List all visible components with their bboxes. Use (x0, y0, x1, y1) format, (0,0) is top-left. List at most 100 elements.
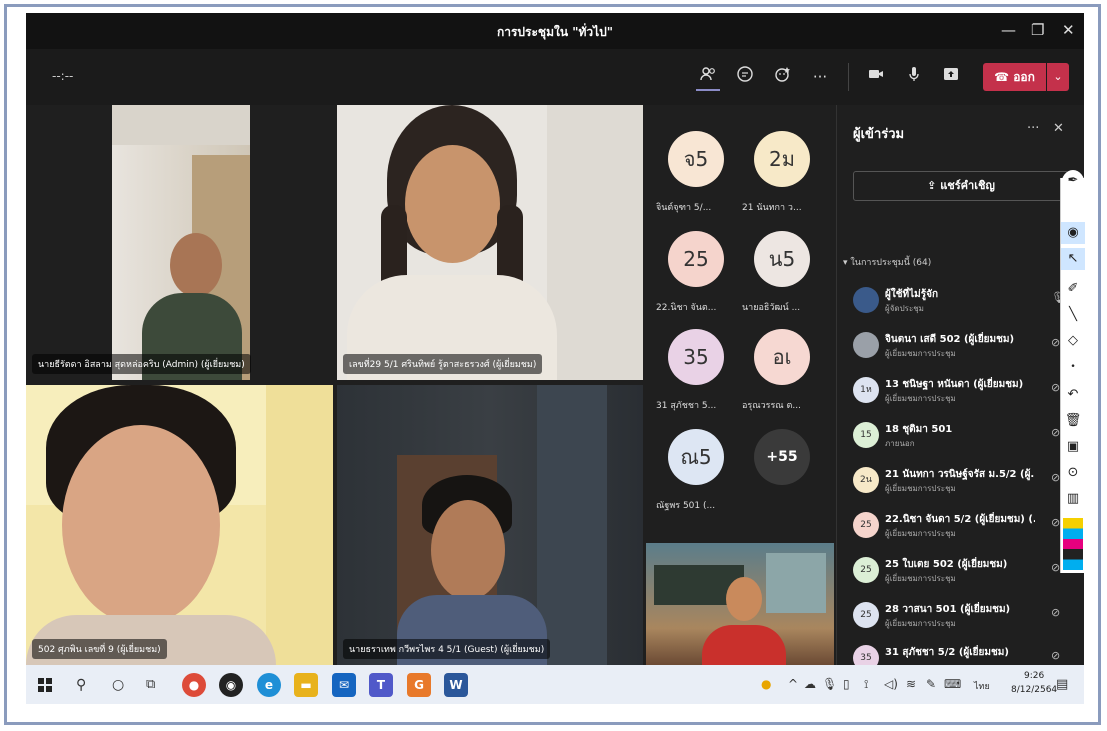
whiteboard-icon[interactable]: ▣ (1061, 436, 1085, 458)
participant-row[interactable]: 2น 21 นันทกา วรนิษฐ์จรัส ม.5/2 (ผู้... ผ… (853, 465, 1063, 505)
self-view-tile[interactable] (646, 543, 834, 665)
volume-icon[interactable]: ◁) (884, 677, 898, 691)
office-app-icon[interactable]: G (407, 673, 431, 697)
participant-name: 21 นันทกา วรนิษฐ์จรัส ม.5/2 (ผู้... (885, 469, 1035, 480)
trash-icon[interactable]: 🗑 (1061, 410, 1085, 432)
microphone-icon[interactable]: 🎙 (822, 677, 837, 691)
in-meeting-section-header[interactable]: ▾ ในการประชุมนี้ (64) (843, 255, 931, 269)
avatar (853, 287, 879, 313)
title-bar: การประชุมใน "ทั่วไป" — ❐ ✕ (26, 13, 1084, 49)
participant-row[interactable]: 35 31 สุภัชชา 5/2 (ผู้เยี่ยมชม) ⊘ (853, 643, 1063, 665)
windows-start-icon[interactable] (38, 677, 52, 692)
avatar: 25 (668, 231, 724, 287)
participant-avatar-tile[interactable]: อเ อรุณวรรณ ต... (742, 329, 822, 421)
word-icon[interactable]: W (444, 673, 468, 697)
eraser-icon[interactable]: ◇ (1061, 330, 1085, 352)
network-icon[interactable]: ⟟ (864, 677, 868, 692)
chat-icon[interactable] (733, 65, 757, 89)
mic-muted-icon: ⊘ (1051, 381, 1061, 394)
pen-icon[interactable]: ✎ (926, 677, 936, 691)
highlighter-icon[interactable]: ✐ (1061, 278, 1085, 300)
annotation-toolbar: ✒ ◉ ↖ ✐ ╲ ◇ • ↶ 🗑 ▣ ⊙ ▥ (1060, 170, 1085, 573)
participant-row[interactable]: จินตนา เสดี 502 (ผู้เยี่ยมชม) ผู้เยี่ยมช… (853, 330, 1063, 370)
cursor-icon[interactable]: ↖ (1061, 248, 1085, 270)
leave-dropdown-button[interactable]: ⌄ (1047, 63, 1069, 91)
leave-label: ออก (1013, 70, 1035, 84)
leave-button[interactable]: ☎ ออก (983, 63, 1046, 91)
participant-avatar-tile[interactable]: น5 นายอธิวัฒน์ ... (742, 231, 822, 323)
participant-row[interactable]: 25 25 ใบเตย 502 (ผู้เยี่ยมชม) ผู้เยี่ยมช… (853, 555, 1063, 595)
panel-more-button[interactable]: ··· (1027, 121, 1039, 136)
participant-name: จินตนา เสดี 502 (ผู้เยี่ยมชม) (885, 334, 1015, 345)
avatar: 35 (668, 329, 724, 385)
panel-title: ผู้เข้าร่วม (853, 127, 905, 142)
chrome-icon[interactable]: ● (182, 673, 206, 697)
avatar (853, 332, 879, 358)
participant-row[interactable]: 25 28 วาสนา 501 (ผู้เยี่ยมชม) ผู้เยี่ยมช… (853, 600, 1063, 640)
more-participants-tile[interactable]: +55 (742, 429, 822, 521)
battery-icon[interactable]: ▯ (843, 677, 850, 691)
weather-icon[interactable]: ● (761, 677, 771, 691)
participant-row[interactable]: 25 22.นิชา จันดา 5/2 (ผู้เยี่ยมชม) (... … (853, 510, 1063, 550)
file-explorer-icon[interactable]: ▬ (294, 673, 318, 697)
meeting-toolbar: --:-- ··· ☎ ออก ⌄ (26, 49, 1084, 105)
avatar: 25 (853, 512, 879, 538)
share-invite-label: แชร์คำเชิญ (940, 179, 995, 192)
cortana-icon[interactable]: ○ (112, 677, 124, 693)
share-invite-button[interactable]: ⇪ แชร์คำเชิญ (853, 171, 1069, 201)
video-tile[interactable]: นายธราเทพ กวีพรไพร 4 5/1 (Guest) (ผู้เยี… (337, 385, 643, 665)
camera-capture-icon[interactable]: ⊙ (1061, 462, 1085, 484)
participant-avatar-tile[interactable]: 35 31 สุภัชชา 5... (656, 329, 736, 421)
keyboard-icon[interactable]: ⌨ (944, 677, 961, 691)
participant-row[interactable]: 15 18 ชุติมา 501 ภายนอก ⊘ (853, 420, 1063, 460)
participant-avatar-tile[interactable]: ณ5 ณัฐพร 501 (... (656, 429, 736, 521)
wifi-icon[interactable]: ≋ (906, 677, 916, 691)
participant-avatar-tile[interactable]: 2ม 21 นันทกา ว... (742, 131, 822, 223)
participant-name: ผู้ใช้ที่ไม่รู้จัก (885, 289, 939, 300)
system-clock[interactable]: 9:26 8/12/2564 (1011, 669, 1057, 697)
line-tool-icon[interactable]: ╲ (1061, 304, 1085, 326)
undo-icon[interactable]: ↶ (1061, 384, 1085, 406)
maps-app-icon[interactable]: ◉ (219, 673, 243, 697)
share-screen-icon[interactable] (939, 65, 963, 89)
close-button[interactable]: ✕ (1062, 21, 1075, 39)
clipboard-icon[interactable]: ▥ (1061, 488, 1085, 510)
video-tile[interactable]: นายธีรัตดา อิสลาม สุดหล่อคริบ (Admin) (ผ… (26, 105, 333, 380)
cloud-icon[interactable]: ☁ (804, 677, 816, 691)
task-view-icon[interactable]: ⧉ (146, 677, 155, 692)
teams-window: การประชุมใน "ทั่วไป" — ❐ ✕ --:-- ··· ☎ อ… (26, 13, 1084, 704)
chevron-up-icon[interactable]: ^ (788, 677, 798, 691)
teams-icon[interactable]: T (369, 673, 393, 697)
avatar-label: จินต์จุฑา 5/... (656, 203, 712, 213)
minimize-button[interactable]: — (1001, 21, 1016, 39)
more-options-button[interactable]: ··· (808, 65, 832, 89)
participant-avatar-tile[interactable]: จ5 จินต์จุฑา 5/... (656, 131, 736, 223)
mic-muted-icon: ⊘ (1051, 516, 1061, 529)
dot-size-icon[interactable]: • (1061, 356, 1085, 378)
video-tile[interactable]: 502 ศุภพิน เลขที่ 9 (ผู้เยี่ยมชม) (26, 385, 333, 665)
camera-icon[interactable] (864, 65, 888, 89)
restore-button[interactable]: ❐ (1031, 21, 1044, 39)
reactions-icon[interactable] (771, 65, 795, 89)
mic-muted-icon: ⊘ (1051, 336, 1061, 349)
pen-nib-icon[interactable]: ✒ (1061, 170, 1085, 200)
participant-name-label: นายธีรัตดา อิสลาม สุดหล่อคริบ (Admin) (ผ… (32, 354, 251, 374)
notification-icon[interactable]: ▤ (1056, 677, 1068, 692)
participant-name: 13 ชนิษฐา หนันดา (ผู้เยี่ยมชม) (885, 379, 1024, 390)
panel-close-button[interactable]: ✕ (1053, 121, 1064, 136)
edge-icon[interactable]: e (257, 673, 281, 697)
search-icon[interactable]: ⚲ (76, 677, 86, 693)
clock-time: 9:26 (1023, 671, 1045, 681)
participants-icon[interactable] (696, 65, 720, 91)
color-palette[interactable] (1063, 518, 1083, 570)
participant-name: 25 ใบเตย 502 (ผู้เยี่ยมชม) (885, 559, 1008, 570)
microphone-icon[interactable] (902, 65, 926, 89)
eye-icon[interactable]: ◉ (1061, 222, 1085, 244)
participant-row[interactable]: 1ห 13 ชนิษฐา หนันดา (ผู้เยี่ยมชม) ผู้เยี… (853, 375, 1063, 415)
mail-icon[interactable]: ✉ (332, 673, 356, 697)
participant-row[interactable]: ผู้ใช้ที่ไม่รู้จัก ผู้จัดประชุม 🎙 (853, 285, 1065, 325)
participant-avatar-tile[interactable]: 25 22.นิชา จันต... (656, 231, 736, 323)
language-indicator[interactable]: ไทย (974, 679, 990, 693)
avatar: 25 (853, 557, 879, 583)
video-tile[interactable]: เลขที่29 5/1 ศรินทิพย์ รู้ตาสะธรวงศ์ (ผู… (337, 105, 643, 380)
